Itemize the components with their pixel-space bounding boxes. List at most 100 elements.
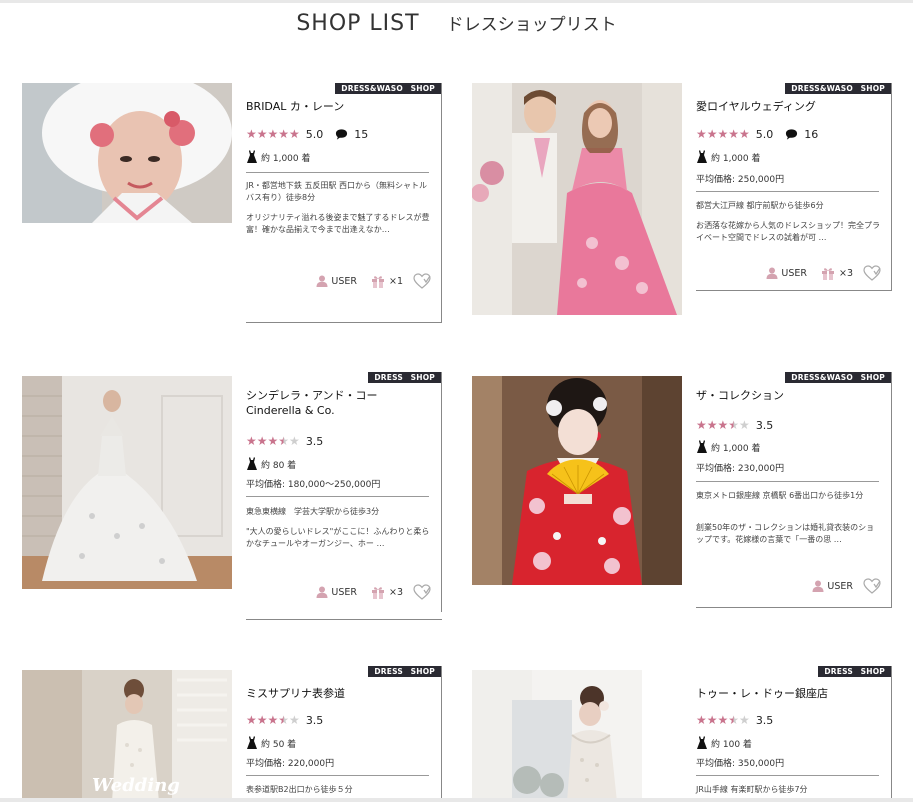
gift-badge: ×1 bbox=[371, 274, 403, 288]
shop-card[interactable]: DRESS&WASO SHOP 愛ロイヤルウェディング ★★★★★ 5.0 16… bbox=[472, 83, 892, 315]
shop-card[interactable]: DRESS&WASO SHOP BRIDAL カ・レーン ★★★★★ 5.0 1… bbox=[22, 83, 442, 323]
user-badge: USER bbox=[316, 275, 357, 287]
shop-photo[interactable]: Wedding bbox=[22, 670, 232, 802]
shop-description: 創業50年のザ・コレクションは婚礼貸衣装のショップです。花嫁様の言葉で「一番の思… bbox=[696, 523, 875, 544]
top-border bbox=[0, 0, 913, 3]
gift-icon bbox=[371, 585, 385, 599]
divider bbox=[696, 775, 879, 776]
shop-type-ribbon: DRESS SHOP bbox=[368, 372, 441, 383]
user-label: USER bbox=[827, 580, 853, 592]
shop-card[interactable]: DRESS SHOP シンデレラ・アンド・コー Cinderella & Co.… bbox=[22, 372, 442, 620]
rating: ★★★★★ 3.5 bbox=[696, 713, 773, 727]
favorite-button[interactable] bbox=[413, 273, 431, 289]
favorite-button[interactable] bbox=[413, 584, 431, 600]
gift-badge: ×3 bbox=[821, 266, 853, 280]
average-price: 平均価格: 230,000円 bbox=[696, 464, 785, 474]
shop-access: JR山手線 有楽町駅から徒歩7分 bbox=[696, 785, 808, 794]
user-label: USER bbox=[781, 267, 807, 279]
heart-icon bbox=[863, 265, 881, 281]
rating: ★★★★★ 3.5 bbox=[246, 434, 323, 448]
speech-bubble-icon bbox=[785, 128, 798, 140]
star-rating: ★★★★★ bbox=[696, 418, 750, 432]
shop-photo[interactable] bbox=[472, 670, 682, 802]
favorite-button[interactable] bbox=[863, 578, 881, 594]
dress-stock: 約 100 着 bbox=[696, 736, 752, 750]
shop-type-ribbon: DRESS SHOP bbox=[368, 666, 441, 677]
shop-name-link[interactable]: 愛ロイヤルウェディング bbox=[696, 99, 882, 114]
shop-type-ribbon: DRESS SHOP bbox=[818, 666, 891, 677]
shop-name-link[interactable]: トゥー・レ・ドゥー銀座店 bbox=[696, 686, 882, 701]
shop-card[interactable]: DRESS SHOP トゥー・レ・ドゥー銀座店 ★★★★★ 3.5 約 100 … bbox=[472, 666, 892, 802]
bottom-border bbox=[0, 798, 913, 802]
shop-access: 東急東横線 学芸大学駅から徒歩3分 bbox=[246, 507, 380, 516]
rating-score: 3.5 bbox=[305, 434, 324, 448]
dress-icon bbox=[246, 457, 258, 471]
rating-score: 3.5 bbox=[755, 713, 774, 727]
rating: ★★★★★ 3.5 bbox=[696, 418, 773, 432]
user-icon bbox=[812, 580, 824, 592]
dress-stock-value: 約 1,000 着 bbox=[711, 443, 761, 454]
comment-count[interactable]: 15 bbox=[335, 128, 368, 141]
shop-photo[interactable] bbox=[472, 83, 682, 315]
shop-description: オリジナリティ溢れる後姿まで魅了するドレスが豊富！確かな品揃えで今まで出逢えなか… bbox=[246, 213, 430, 234]
shop-card[interactable]: Wedding DRESS SHOP ミスサプリナ表参道 ★★★★★ 3.5 約… bbox=[22, 666, 442, 802]
star-rating: ★★★★★ bbox=[246, 434, 300, 448]
shop-name-link[interactable]: BRIDAL カ・レーン bbox=[246, 99, 432, 114]
comment-count[interactable]: 16 bbox=[785, 128, 818, 141]
shop-access: 都営大江戸線 都庁前駅から徒歩6分 bbox=[696, 201, 824, 210]
gift-count: ×3 bbox=[838, 267, 853, 279]
dress-stock-value: 約 1,000 着 bbox=[261, 153, 311, 164]
rating-score: 3.5 bbox=[305, 713, 324, 727]
star-rating: ★★★★★ bbox=[696, 127, 750, 141]
favorite-button[interactable] bbox=[863, 265, 881, 281]
dress-stock-value: 約 100 着 bbox=[711, 739, 752, 750]
average-price: 平均価格: 350,000円 bbox=[696, 759, 785, 769]
divider bbox=[246, 496, 429, 497]
shop-name-link[interactable]: ミスサプリナ表参道 bbox=[246, 686, 432, 701]
dress-icon bbox=[696, 440, 708, 454]
card-bottom-border bbox=[696, 607, 892, 608]
comment-count-value: 15 bbox=[354, 127, 369, 141]
shop-meta: USER bbox=[812, 578, 881, 594]
user-badge: USER bbox=[316, 586, 357, 598]
average-price: 平均価格: 180,000〜250,000円 bbox=[246, 480, 381, 490]
card-bottom-border bbox=[246, 322, 442, 323]
shop-photo[interactable] bbox=[22, 83, 232, 223]
shop-photo[interactable] bbox=[472, 376, 682, 585]
dress-icon bbox=[696, 150, 708, 164]
shop-type-ribbon: DRESS&WASO SHOP bbox=[335, 83, 441, 94]
shop-name-link[interactable]: ザ・コレクション bbox=[696, 388, 882, 403]
gift-badge: ×3 bbox=[371, 585, 403, 599]
shop-card[interactable]: DRESS&WASO SHOP ザ・コレクション ★★★★★ 3.5 約 1,0… bbox=[472, 372, 892, 608]
shop-info: DRESS&WASO SHOP 愛ロイヤルウェディング ★★★★★ 5.0 16… bbox=[696, 83, 892, 291]
user-label: USER bbox=[331, 586, 357, 598]
shop-photo[interactable] bbox=[22, 376, 232, 589]
user-icon bbox=[316, 586, 328, 598]
rating-score: 5.0 bbox=[305, 127, 324, 141]
shop-info: DRESS SHOP シンデレラ・アンド・コー Cinderella & Co.… bbox=[246, 372, 442, 620]
shop-type-ribbon: DRESS&WASO SHOP bbox=[785, 83, 891, 94]
photo-watermark: Wedding bbox=[92, 775, 180, 796]
shop-description: "大人の愛らしいドレス"がここに！ふんわりと柔らかなチュールやオーガンジー、ホー… bbox=[246, 527, 430, 548]
dress-stock: 約 1,000 着 bbox=[696, 150, 761, 164]
rating: ★★★★★ 5.0 15 bbox=[246, 127, 368, 141]
shop-name-link[interactable]: シンデレラ・アンド・コー Cinderella & Co. bbox=[246, 388, 432, 418]
heart-icon bbox=[413, 584, 431, 600]
shop-info: DRESS&WASO SHOP ザ・コレクション ★★★★★ 3.5 約 1,0… bbox=[696, 372, 892, 608]
rating: ★★★★★ 3.5 bbox=[246, 713, 323, 727]
dress-icon bbox=[696, 736, 708, 750]
shop-access: JR・都営地下鉄 五反田駅 西口から（無料シャトルバス有り）徒歩8分 bbox=[246, 181, 428, 202]
speech-bubble-icon bbox=[335, 128, 348, 140]
page-title-en: SHOP LIST bbox=[296, 11, 420, 36]
shop-info: DRESS&WASO SHOP BRIDAL カ・レーン ★★★★★ 5.0 1… bbox=[246, 83, 442, 323]
card-bottom-border bbox=[246, 619, 442, 620]
dress-stock-value: 約 1,000 着 bbox=[711, 153, 761, 164]
shop-access: 東京メトロ銀座線 京橋駅 6番出口から徒歩1分 bbox=[696, 491, 864, 500]
shop-meta: USER ×1 bbox=[316, 273, 431, 289]
dress-icon bbox=[246, 150, 258, 164]
shop-access: 表参道駅B2出口から徒歩５分 bbox=[246, 785, 353, 794]
user-badge: USER bbox=[812, 580, 853, 592]
average-price: 平均価格: 220,000円 bbox=[246, 759, 335, 769]
user-label: USER bbox=[331, 275, 357, 287]
user-badge: USER bbox=[766, 267, 807, 279]
